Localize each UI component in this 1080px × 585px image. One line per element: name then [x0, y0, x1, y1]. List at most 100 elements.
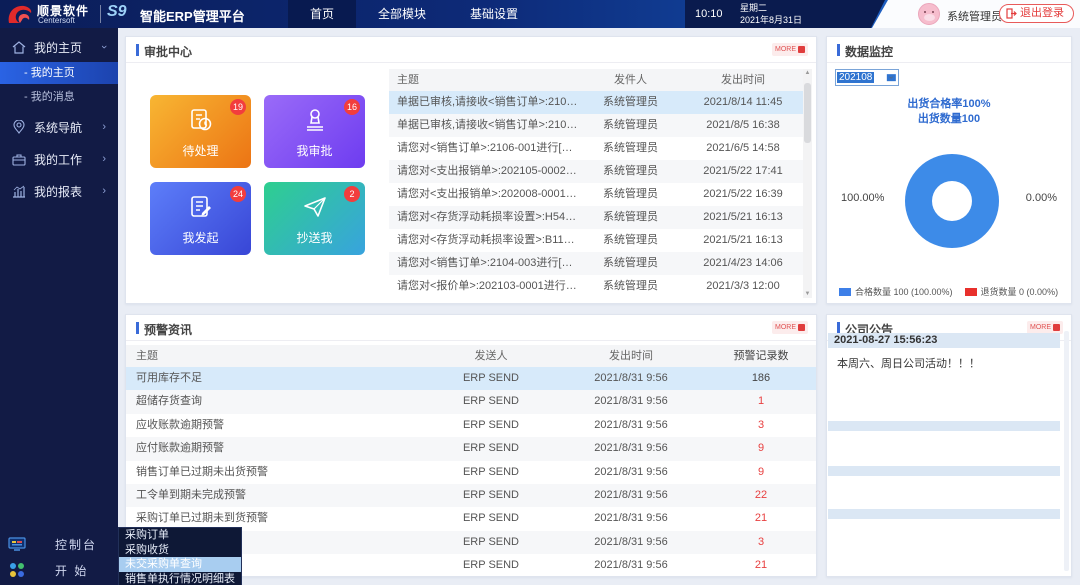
alert-sender: ERP SEND — [426, 554, 556, 577]
context-menu-item[interactable]: 销售单执行情况明细表 — [119, 572, 241, 585]
period-select[interactable]: 202108 › — [835, 69, 899, 86]
context-menu-item[interactable]: 采购收货 — [119, 543, 241, 558]
logout-button[interactable]: 退出登录 — [999, 4, 1074, 23]
scroll-down-icon[interactable]: ▼ — [803, 291, 812, 297]
console-monitor-icon — [8, 537, 26, 552]
alert-row[interactable]: 超储存货查询 ERP SEND 2021/8/31 9:56 1 — [126, 390, 816, 413]
approval-time: 2021/6/5 14:58 — [683, 137, 803, 160]
tile-cc-to-me[interactable]: 2 抄送我 — [264, 182, 365, 255]
col-sender: 发件人 — [578, 69, 683, 91]
tab-basic-settings[interactable]: 基础设置 — [448, 0, 540, 28]
alert-time: 2021/8/31 9:56 — [556, 507, 706, 530]
approval-time: 2021/8/5 16:38 — [683, 114, 803, 137]
data-monitor-panel: 数据监控 202108 › 出货合格率100% 出货数量100 100.00% … — [826, 36, 1072, 304]
sidebar-item-my-work[interactable]: 我的工作 › — [0, 146, 118, 172]
panel-header: 审批中心 MORE — [126, 37, 816, 63]
legend-label: 合格数量 100 (100.00%) — [855, 285, 953, 298]
alert-count: 21 — [706, 507, 816, 530]
stamp-icon — [302, 107, 328, 133]
paper-plane-icon — [302, 194, 328, 220]
alert-time: 2021/8/31 9:56 — [556, 554, 706, 577]
context-menu-item[interactable]: 采购订单 — [119, 528, 241, 543]
tile-label: 我发起 — [150, 229, 251, 246]
alert-row[interactable]: 应收账款逾期预警 ERP SEND 2021/8/31 9:56 3 — [126, 414, 816, 437]
alert-time: 2021/8/31 9:56 — [556, 461, 706, 484]
approval-row[interactable]: 请您对<存货浮动耗损率设置>:H54R15006002进行[审核] 系统管理员 … — [389, 206, 803, 229]
alert-sender: ERP SEND — [426, 461, 556, 484]
initiated-count-badge: 24 — [230, 186, 246, 202]
context-menu: 采购订单采购收货未交采购单查询销售单执行情况明细表 — [118, 527, 242, 585]
sidebar-subitem-my-messages[interactable]: - 我的消息 — [0, 86, 118, 108]
sidebar-item-system-nav[interactable]: 系统导航 › — [0, 114, 118, 140]
approval-row[interactable]: 请您对<支出报销单>:202008-0001进行[审核] 系统管理员 2021/… — [389, 183, 803, 206]
approval-row[interactable]: 请您对<销售订单>:2104-003进行[一审] 系统管理员 2021/4/23… — [389, 252, 803, 275]
alert-row[interactable]: 工令单到期未完成预警 ERP SEND 2021/8/31 9:56 22 — [126, 484, 816, 507]
console-button[interactable]: 控制台 — [0, 533, 118, 555]
user-avatar[interactable] — [918, 3, 940, 25]
alert-row[interactable]: 可用库存不足 ERP SEND 2021/8/31 9:56 186 — [126, 367, 816, 390]
alert-time: 2021/8/31 9:56 — [556, 484, 706, 507]
sidebar-item-label: 我的主页 — [34, 39, 82, 56]
alert-row[interactable]: 应付账款逾期预警 ERP SEND 2021/8/31 9:56 9 — [126, 437, 816, 460]
tile-my-approvals[interactable]: 16 我审批 — [264, 95, 365, 168]
tab-home[interactable]: 首页 — [288, 0, 356, 28]
title-accent-bar — [136, 44, 139, 56]
announcement-date: 2021-08-27 15:56:23 — [828, 333, 1060, 348]
alert-time: 2021/8/31 9:56 — [556, 414, 706, 437]
approval-row[interactable]: 单据已审核,请接收<销售订单>:2104-002 系统管理员 2021/8/5 … — [389, 114, 803, 137]
avatar-eye — [932, 11, 934, 13]
panel-header: 数据监控 — [827, 37, 1071, 63]
alert-sender: ERP SEND — [426, 507, 556, 530]
alert-count: 9 — [706, 437, 816, 460]
approval-time: 2021/5/21 16:13 — [683, 206, 803, 229]
more-button[interactable]: MORE — [772, 43, 808, 56]
panel-title: 数据监控 — [845, 43, 893, 60]
approval-row[interactable]: 请您对<销售订单>:2106-001进行[一审] 系统管理员 2021/6/5 … — [389, 137, 803, 160]
announcement-empty-strip — [828, 509, 1060, 519]
alert-count: 1 — [706, 390, 816, 413]
scrollbar-thumb[interactable] — [804, 83, 811, 143]
sidebar-subitem-my-home[interactable]: - 我的主页 — [0, 62, 118, 84]
donut-label-left: 100.00% — [841, 192, 884, 204]
date-weekday: 星期二 2021年8月31日 — [740, 2, 802, 26]
more-button[interactable]: MORE — [772, 321, 808, 334]
tile-label: 抄送我 — [264, 229, 365, 246]
approval-subject: 单据已审核,请接收<销售订单>:2104-002 — [389, 114, 578, 137]
announcement-empty-strip — [828, 421, 1060, 431]
monitor-summary: 出货合格率100% 出货数量100 — [827, 97, 1071, 127]
start-button[interactable]: 开 始 — [0, 559, 118, 581]
col-alert-count: 预警记录数 — [706, 345, 816, 367]
announcement-text[interactable]: 本周六、周日公司活动！！！ — [837, 355, 980, 371]
scroll-up-icon[interactable]: ▲ — [803, 70, 812, 76]
alert-time: 2021/8/31 9:56 — [556, 437, 706, 460]
clock-document-icon — [188, 107, 214, 133]
avatar-snout — [924, 14, 935, 21]
approval-sender: 系统管理员 — [578, 160, 683, 183]
approval-time: 2021/8/14 11:45 — [683, 91, 803, 114]
alert-sender: ERP SEND — [426, 414, 556, 437]
approval-row[interactable]: 单据已审核,请接收<销售订单>:2105-001 系统管理员 2021/8/14… — [389, 91, 803, 114]
tile-pending[interactable]: 19 待处理 — [150, 95, 251, 168]
chevron-right-icon: › — [102, 121, 106, 133]
alert-sender: ERP SEND — [426, 390, 556, 413]
approval-row[interactable]: 请您对<报价单>:202103-0001进行[审核] 系统管理员 2021/3/… — [389, 275, 803, 298]
tile-initiated-by-me[interactable]: 24 我发起 — [150, 182, 251, 255]
announcements-scrollbar[interactable] — [1064, 331, 1069, 571]
context-menu-item[interactable]: 未交采购单查询 — [119, 557, 241, 572]
approval-scrollbar[interactable]: ▲ ▼ — [803, 69, 812, 298]
approval-sender: 系统管理员 — [578, 229, 683, 252]
approvals-count-badge: 16 — [344, 99, 360, 115]
approval-row[interactable]: 请您对<支出报销单>:202105-0002进行[审核] 系统管理员 2021/… — [389, 160, 803, 183]
start-grid-icon — [8, 562, 26, 578]
tab-all-modules[interactable]: 全部模块 — [356, 0, 448, 28]
alert-sender: ERP SEND — [426, 367, 556, 390]
sidebar-item-my-home[interactable]: 我的主页 › — [0, 34, 118, 60]
approval-sender: 系统管理员 — [578, 183, 683, 206]
approval-time: 2021/5/22 16:39 — [683, 183, 803, 206]
alert-row[interactable]: 销售订单已过期未出货预警 ERP SEND 2021/8/31 9:56 9 — [126, 461, 816, 484]
cc-count-badge: 2 — [344, 186, 360, 202]
alert-time: 2021/8/31 9:56 — [556, 390, 706, 413]
sidebar-item-my-reports[interactable]: 我的报表 › — [0, 178, 118, 204]
approval-row[interactable]: 请您对<存货浮动耗损率设置>:B11000001进行[审核] 系统管理员 202… — [389, 229, 803, 252]
person-pin-icon — [12, 120, 26, 134]
